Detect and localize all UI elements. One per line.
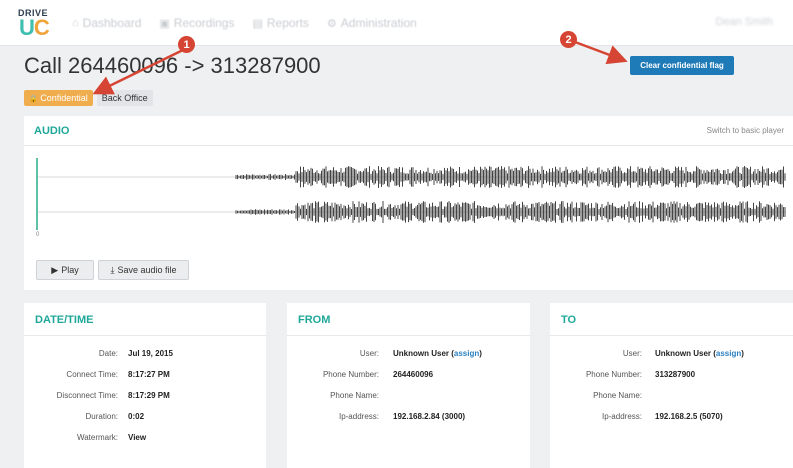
from-ip-address-row: Ip-address: 192.168.2.84 (3000) [287, 412, 530, 424]
dashboard-icon: ⌂ [72, 17, 79, 29]
play-icon: ▶ [51, 264, 59, 275]
confidential-badge: 🔒 Confidential [24, 90, 93, 106]
date-value: Jul 19, 2015 [128, 349, 173, 358]
to-ip-address-row: Ip-address: 192.168.2.5 (5070) [550, 412, 793, 424]
download-icon: ⤓ [110, 264, 115, 275]
save-audio-file-button[interactable]: ⤓ Save audio file [98, 260, 189, 280]
reports-icon: ▤ [252, 17, 263, 30]
from-ip-address-label: Ip-address: [338, 412, 379, 421]
save-audio-file-label: Save audio file [117, 265, 177, 275]
nav-recordings-label: Recordings [173, 16, 235, 30]
to-user-name: Unknown User [655, 349, 712, 358]
datetime-title: DATE/TIME [35, 314, 94, 326]
to-assign-link[interactable]: assign [716, 349, 741, 358]
waveform-channel-2 [235, 201, 786, 223]
disconnect-time-row: Disconnect Time: 8:17:29 PM [24, 391, 266, 403]
to-phone-name-row: Phone Name: [550, 391, 793, 403]
waveform-channel-1 [235, 166, 786, 188]
page-title: Call 264460096 -> 313287900 [24, 53, 321, 78]
nav-administration[interactable]: ⚙ Administration [327, 16, 417, 30]
divider [24, 335, 266, 336]
annotation-marker-1: 1 [178, 36, 195, 53]
logo-mark: UC [19, 15, 50, 40]
from-user-name: Unknown User [393, 349, 450, 358]
date-label: Date: [98, 349, 118, 358]
nav-dashboard[interactable]: ⌂ Dashboard [72, 16, 141, 30]
from-user-row: User: Unknown User (assign) [287, 349, 530, 361]
audio-title: AUDIO [34, 125, 70, 137]
play-button[interactable]: ▶ Play [36, 260, 94, 280]
from-phone-number-label: Phone Number: [322, 370, 379, 379]
from-panel: FROM User: Unknown User (assign) Phone Nu… [287, 303, 530, 468]
connect-time-row: Connect Time: 8:17:27 PM [24, 370, 266, 382]
to-user-row: User: Unknown User (assign) [550, 349, 793, 361]
from-ip-address-value: 192.168.2.84 (3000) [393, 412, 466, 421]
to-phone-number-label: Phone Number: [585, 370, 642, 379]
waveform-start-tick: 0 [36, 232, 40, 238]
disconnect-time-value: 8:17:29 PM [128, 391, 170, 400]
duration-value: 0:02 [128, 412, 145, 421]
duration-label: Duration: [85, 412, 118, 421]
audio-panel-header: AUDIO Switch to basic player [24, 116, 793, 146]
from-phone-name-row: Phone Name: [287, 391, 530, 403]
from-assign-link[interactable]: assign [454, 349, 479, 358]
nav-recordings[interactable]: ▣ Recordings [159, 16, 234, 30]
divider [550, 335, 793, 336]
logo-mark-u: U [19, 15, 35, 40]
badge-group: 🔒 Confidential Back Office [24, 90, 153, 106]
to-user-value: Unknown User (assign) [655, 349, 744, 358]
user-menu[interactable]: Dean Smith [716, 16, 773, 28]
divider [287, 335, 530, 336]
date-row: Date: Jul 19, 2015 [24, 349, 266, 361]
clear-confidential-flag-button[interactable]: Clear confidential flag [630, 56, 734, 75]
to-ip-address-label: Ip-address: [601, 412, 642, 421]
from-title: FROM [298, 314, 331, 326]
nav-reports-label: Reports [266, 16, 309, 30]
watermark-label: Watermark: [76, 433, 118, 442]
audio-waveform[interactable] [36, 155, 786, 230]
recordings-icon: ▣ [159, 17, 170, 30]
datetime-panel: DATE/TIME Date: Jul 19, 2015 Connect Time… [24, 303, 266, 468]
play-button-label: Play [61, 265, 79, 275]
connect-time-label: Connect Time: [66, 370, 118, 379]
connect-time-value: 8:17:27 PM [128, 370, 170, 379]
back-office-badge: Back Office [96, 90, 153, 106]
watermark-view-link[interactable]: View [128, 433, 146, 442]
disconnect-time-label: Disconnect Time: [56, 391, 118, 400]
to-user-label: User: [622, 349, 642, 358]
drive-uc-logo[interactable]: DRIVE UC [18, 8, 58, 40]
nav-dashboard-label: Dashboard [82, 16, 142, 30]
to-phone-number-row: Phone Number: 313287900 [550, 370, 793, 382]
confidential-badge-label: Confidential [40, 93, 88, 103]
from-user-label: User: [359, 349, 379, 358]
nav-links: ⌂ Dashboard ▣ Recordings ▤ Reports ⚙ Adminis… [72, 16, 417, 30]
watermark-row: Watermark: View [24, 433, 266, 445]
top-navigation: DRIVE UC ⌂ Dashboard ▣ Recordings ▤ Reports… [0, 0, 793, 46]
to-ip-address-value: 192.168.2.5 (5070) [655, 412, 723, 421]
to-panel: TO User: Unknown User (assign) Phone Numb… [550, 303, 793, 468]
logo-mark-c: C [33, 15, 50, 40]
from-phone-name-label: Phone Name: [330, 391, 379, 400]
playhead-cursor[interactable] [36, 158, 38, 230]
nav-administration-label: Administration [340, 16, 417, 30]
to-phone-name-label: Phone Name: [593, 391, 642, 400]
to-title: TO [561, 314, 577, 326]
nav-reports[interactable]: ▤ Reports [252, 16, 308, 30]
annotation-marker-2: 2 [560, 31, 577, 48]
duration-row: Duration: 0:02 [24, 412, 266, 424]
from-phone-number-value: 264460096 [393, 370, 434, 379]
from-phone-number-row: Phone Number: 264460096 [287, 370, 530, 382]
switch-to-basic-player-link[interactable]: Switch to basic player [707, 126, 784, 135]
lock-icon: 🔒 [29, 96, 38, 103]
from-user-value: Unknown User (assign) [393, 349, 482, 358]
to-phone-number-value: 313287900 [655, 370, 696, 379]
administration-icon: ⚙ [326, 17, 337, 30]
